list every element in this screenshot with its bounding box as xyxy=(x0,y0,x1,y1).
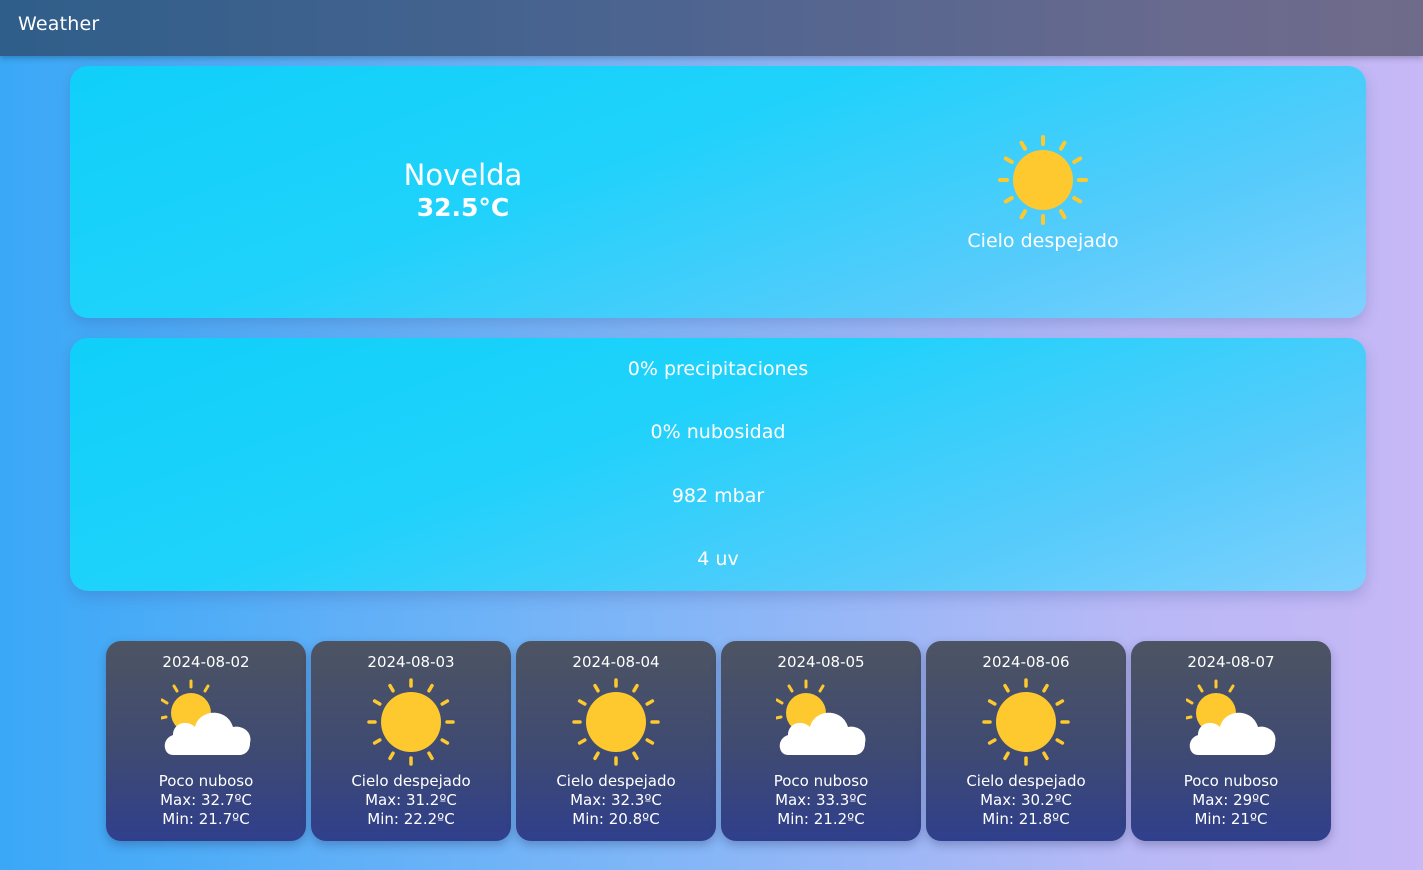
partly-cloudy-icon xyxy=(1186,679,1276,755)
forecast-date: 2024-08-07 xyxy=(1187,653,1275,671)
forecast-max-temp: Max: 32.3ºC xyxy=(570,791,662,809)
forecast-date: 2024-08-03 xyxy=(367,653,455,671)
forecast-max-temp: Max: 31.2ºC xyxy=(365,791,457,809)
forecast-date: 2024-08-04 xyxy=(572,653,660,671)
forecast-condition: Cielo despejado xyxy=(556,772,676,790)
forecast-min-temp: Min: 22.2ºC xyxy=(367,810,455,828)
forecast-date: 2024-08-06 xyxy=(982,653,1070,671)
forecast-summary: Poco nuboso Max: 32.7ºC Min: 21.7ºC xyxy=(106,772,306,829)
forecast-condition: Poco nuboso xyxy=(773,772,869,790)
forecast-condition: Cielo despejado xyxy=(351,772,471,790)
forecast-min-temp: Min: 21.2ºC xyxy=(777,810,865,828)
current-condition-block: Cielo despejado xyxy=(923,134,1163,252)
partly-cloudy-icon xyxy=(161,679,251,755)
cloudiness-value: 0% nubosidad xyxy=(650,421,786,443)
forecast-day-card[interactable]: 2024-08-07 Poco nuboso Max: 29ºC Min: 21… xyxy=(1131,641,1331,841)
forecast-condition: Poco nuboso xyxy=(1183,772,1279,790)
forecast-day-card[interactable]: 2024-08-06 Cielo despejado Max: 30.2ºC M… xyxy=(926,641,1126,841)
forecast-row: 2024-08-02 Poco nuboso Max: 32.7ºC Min: … xyxy=(106,641,1336,841)
forecast-summary: Poco nuboso Max: 29ºC Min: 21ºC xyxy=(1131,772,1331,829)
city-name: Novelda xyxy=(403,158,523,192)
forecast-summary: Cielo despejado Max: 31.2ºC Min: 22.2ºC xyxy=(311,772,511,829)
forecast-summary: Cielo despejado Max: 30.2ºC Min: 21.8ºC xyxy=(926,772,1126,829)
current-condition-label: Cielo despejado xyxy=(967,230,1119,252)
forecast-min-temp: Min: 21.7ºC xyxy=(162,810,250,828)
partly-cloudy-icon xyxy=(776,679,866,755)
sun-icon xyxy=(982,678,1070,766)
uv-index-value: 4 uv xyxy=(697,548,739,570)
pressure-value: 982 mbar xyxy=(671,485,765,507)
forecast-condition: Poco nuboso xyxy=(158,772,254,790)
current-temperature: 32.5°C xyxy=(416,193,510,222)
forecast-min-temp: Min: 21.8ºC xyxy=(982,810,1070,828)
forecast-day-card[interactable]: 2024-08-04 Cielo despejado Max: 32.3ºC M… xyxy=(516,641,716,841)
top-bar: Weather xyxy=(0,0,1423,56)
precipitation-value: 0% precipitaciones xyxy=(627,358,809,380)
sun-icon xyxy=(367,678,455,766)
app-title: Weather xyxy=(18,13,100,35)
forecast-condition: Cielo despejado xyxy=(966,772,1086,790)
forecast-min-temp: Min: 21ºC xyxy=(1194,810,1268,828)
forecast-max-temp: Max: 29ºC xyxy=(1192,791,1270,809)
forecast-max-temp: Max: 30.2ºC xyxy=(980,791,1072,809)
forecast-day-card[interactable]: 2024-08-03 Cielo despejado Max: 31.2ºC M… xyxy=(311,641,511,841)
forecast-day-card[interactable]: 2024-08-05 Poco nuboso Max: 33.3ºC Min: … xyxy=(721,641,921,841)
forecast-date: 2024-08-05 xyxy=(777,653,865,671)
location-block: Novelda 32.5°C xyxy=(323,158,603,224)
weather-details-card: 0% precipitaciones 0% nubosidad 982 mbar… xyxy=(70,338,1366,591)
forecast-date: 2024-08-02 xyxy=(162,653,250,671)
sun-icon xyxy=(998,135,1088,225)
forecast-max-temp: Max: 33.3ºC xyxy=(775,791,867,809)
forecast-day-card[interactable]: 2024-08-02 Poco nuboso Max: 32.7ºC Min: … xyxy=(106,641,306,841)
forecast-summary: Poco nuboso Max: 33.3ºC Min: 21.2ºC xyxy=(721,772,921,829)
current-weather-card: Novelda 32.5°C Cielo despejado xyxy=(70,66,1366,318)
forecast-max-temp: Max: 32.7ºC xyxy=(160,791,252,809)
sun-icon xyxy=(572,678,660,766)
forecast-summary: Cielo despejado Max: 32.3ºC Min: 20.8ºC xyxy=(516,772,716,829)
forecast-min-temp: Min: 20.8ºC xyxy=(572,810,660,828)
